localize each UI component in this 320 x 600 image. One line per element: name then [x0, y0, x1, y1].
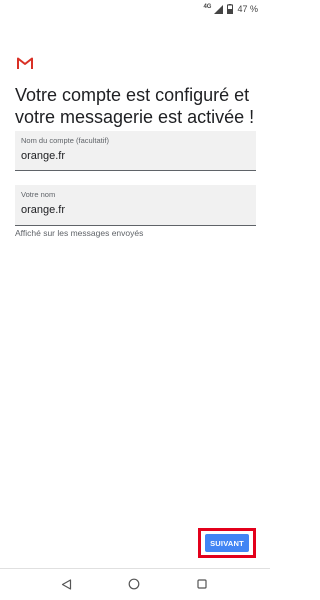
- account-name-label: Nom du compte (facultatif): [21, 136, 109, 145]
- network-type: 4G: [203, 4, 212, 10]
- next-button-highlight: SUIVANT: [198, 528, 256, 558]
- recents-icon: [197, 579, 207, 589]
- recents-button[interactable]: [195, 577, 209, 591]
- home-button[interactable]: [127, 577, 141, 591]
- back-button[interactable]: [59, 577, 73, 591]
- your-name-value[interactable]: orange.fr: [21, 204, 250, 217]
- account-name-value[interactable]: orange.fr: [21, 150, 250, 163]
- battery-icon: [227, 4, 234, 14]
- battery-percent: 47 %: [237, 4, 258, 14]
- home-icon: [128, 578, 140, 590]
- navigation-bar: [0, 569, 270, 600]
- your-name-label: Votre nom: [21, 190, 56, 199]
- your-name-field[interactable]: Votre nom orange.fr: [15, 185, 256, 226]
- helper-text: Affiché sur les messages envoyés: [15, 228, 144, 238]
- screen: 4G 47 % Votre compte est configuré et vo…: [0, 0, 270, 600]
- page-title: Votre compte est configuré et votre mess…: [15, 85, 255, 127]
- status-bar: 4G 47 %: [0, 0, 270, 18]
- gmail-logo-icon: [17, 57, 33, 69]
- next-button[interactable]: SUIVANT: [205, 534, 249, 552]
- back-icon: [61, 578, 71, 590]
- signal-icon: [214, 4, 224, 14]
- account-name-field[interactable]: Nom du compte (facultatif) orange.fr: [15, 131, 256, 171]
